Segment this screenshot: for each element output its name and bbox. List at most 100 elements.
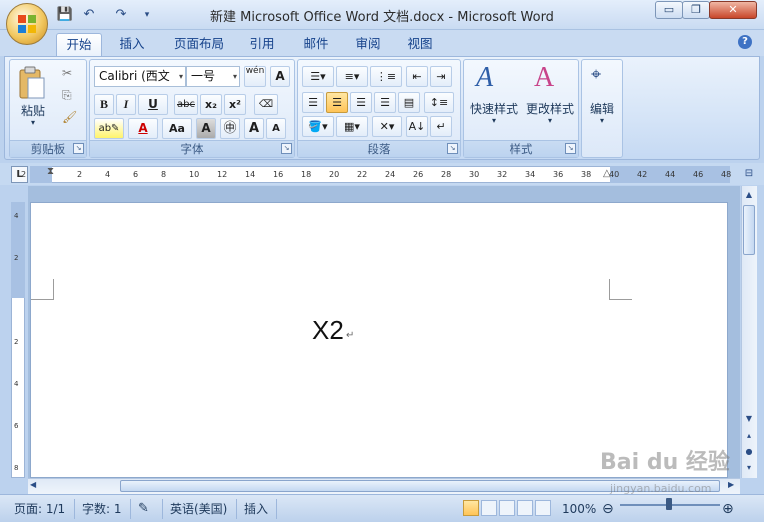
ruler-tick: 38 [581, 170, 592, 179]
sort-icon[interactable]: A↓ [406, 116, 428, 137]
scroll-down-icon[interactable]: ▼ [743, 413, 755, 425]
change-styles-icon[interactable]: A [534, 62, 554, 94]
tab-references[interactable]: 引用 [240, 33, 284, 56]
ruler-tick: 4 [105, 170, 111, 179]
scroll-up-icon[interactable]: ▲ [743, 190, 755, 202]
align-left-icon[interactable]: ☰ [302, 92, 324, 113]
help-icon[interactable]: ? [738, 35, 752, 49]
restore-button[interactable]: ❐ [682, 1, 710, 19]
ruler-tick: 44 [665, 170, 676, 179]
draft-view-icon[interactable] [535, 500, 551, 516]
watermark-url: jingyan.baidu.com [610, 482, 712, 495]
italic-button[interactable]: I [116, 94, 136, 115]
paste-button[interactable]: 粘贴 [14, 102, 52, 119]
chinese-layout-icon[interactable]: ✕▾ [372, 116, 402, 137]
char-shading-icon[interactable]: A [196, 118, 216, 139]
minimize-button[interactable]: ▭ [655, 1, 683, 19]
align-right-icon[interactable]: ☰ [350, 92, 372, 113]
full-screen-reading-view-icon[interactable] [481, 500, 497, 516]
office-button[interactable] [6, 3, 48, 45]
underline-button[interactable]: U [138, 94, 168, 115]
language-status[interactable]: 英语(美国) [170, 500, 227, 518]
char-border-button[interactable]: A [270, 66, 290, 87]
divider [276, 499, 277, 519]
word-count[interactable]: 字数: 1 [82, 500, 122, 518]
borders-icon[interactable]: ▦▾ [336, 116, 368, 137]
close-button[interactable]: ✕ [709, 1, 757, 19]
ruler-tick: 10 [189, 170, 200, 179]
line-spacing-icon[interactable]: ↕≡ [424, 92, 454, 113]
multilevel-list-icon[interactable]: ⋮≡ [370, 66, 402, 87]
increase-indent-icon[interactable]: ⇥ [430, 66, 452, 87]
document-text[interactable]: X2 [312, 315, 344, 346]
editing-button[interactable]: 编辑 [582, 100, 622, 117]
paste-dropdown-icon[interactable]: ▾ [14, 118, 52, 127]
phonetic-guide-button[interactable]: wén [244, 66, 266, 87]
zoom-out-icon[interactable]: ⊖ [602, 500, 614, 518]
align-center-icon[interactable]: ☰ [326, 92, 348, 113]
print-layout-view-icon[interactable] [463, 500, 479, 516]
shading-icon[interactable]: 🪣▾ [302, 116, 334, 137]
show-marks-icon[interactable]: ↵ [430, 116, 452, 137]
change-styles-dropdown-icon[interactable]: ▾ [522, 116, 578, 125]
copy-icon[interactable]: ⎘ [62, 88, 72, 103]
ruler-tick: 6 [133, 170, 139, 179]
outline-view-icon[interactable] [517, 500, 533, 516]
quick-styles-dropdown-icon[interactable]: ▾ [466, 116, 522, 125]
ruler-tick: 20 [329, 170, 340, 179]
bold-button[interactable]: B [94, 94, 114, 115]
clear-formatting-icon[interactable]: ⌫ [254, 94, 278, 115]
font-size-combo[interactable]: 一号 ▾ [186, 66, 240, 87]
paragraph-launcher-icon[interactable]: ↘ [447, 143, 458, 154]
styles-launcher-icon[interactable]: ↘ [565, 143, 576, 154]
paste-icon[interactable] [18, 66, 46, 102]
ruler-tick: 14 [245, 170, 256, 179]
cut-icon[interactable]: ✂ [62, 66, 72, 80]
decrease-indent-icon[interactable]: ⇤ [406, 66, 428, 87]
change-case-button[interactable]: Aa [162, 118, 192, 139]
shrink-font-button[interactable]: A [266, 118, 286, 139]
zoom-in-icon[interactable]: ⊕ [722, 500, 734, 518]
tab-mailings[interactable]: 邮件 [294, 33, 338, 56]
tab-page-layout[interactable]: 页面布局 [166, 33, 232, 56]
format-painter-icon[interactable]: 🖌 [62, 110, 77, 124]
quick-styles-icon[interactable]: A [476, 62, 493, 94]
numbering-icon[interactable]: ≡▾ [336, 66, 368, 87]
tab-review[interactable]: 审阅 [346, 33, 390, 56]
clipboard-launcher-icon[interactable]: ↘ [73, 143, 84, 154]
font-launcher-icon[interactable]: ↘ [281, 143, 292, 154]
vertical-scroll-thumb[interactable] [743, 205, 755, 255]
tab-view[interactable]: 视图 [398, 33, 442, 56]
font-name-combo[interactable]: Calibri (西文 ▾ [94, 66, 186, 87]
document-page[interactable] [30, 202, 728, 478]
highlight-icon[interactable]: ab✎ [94, 118, 124, 139]
bullets-icon[interactable]: ☰▾ [302, 66, 334, 87]
editing-dropdown-icon[interactable]: ▾ [582, 116, 622, 125]
enclosed-char-icon[interactable]: ㊥ [220, 118, 240, 139]
binoculars-icon[interactable]: ⌖ [591, 64, 601, 85]
proofing-icon[interactable]: ✎ [138, 500, 149, 518]
tab-home[interactable]: 开始 [56, 33, 102, 57]
quick-styles-button[interactable]: 快速样式 [466, 100, 522, 117]
change-styles-button[interactable]: 更改样式 [522, 100, 578, 117]
distributed-icon[interactable]: ▤ [398, 92, 420, 113]
zoom-level[interactable]: 100% [562, 500, 596, 518]
subscript-button[interactable]: x₂ [200, 94, 222, 115]
web-layout-view-icon[interactable] [499, 500, 515, 516]
insert-mode-status[interactable]: 插入 [244, 500, 268, 518]
scroll-left-icon[interactable]: ◀ [30, 480, 36, 489]
tab-insert[interactable]: 插入 [110, 33, 154, 56]
previous-page-icon[interactable]: ▴ [743, 430, 755, 442]
right-indent-marker-icon[interactable]: △ [603, 168, 611, 179]
crop-mark [31, 279, 54, 300]
grow-font-button[interactable]: A [244, 118, 264, 139]
paragraph-group: ☰▾ ≡▾ ⋮≡ ⇤ ⇥ ☰ ☰ ☰ ☰ ▤ ↕≡ 🪣▾ ▦▾ ✕▾ A↓ ↵ … [297, 59, 461, 158]
page-count[interactable]: 页面: 1/1 [14, 500, 65, 518]
ruler-tick: 2 [77, 170, 83, 179]
strikethrough-button[interactable]: abc [174, 94, 198, 115]
font-color-icon[interactable]: A [128, 118, 158, 139]
horizontal-ruler-ticks: 2 2 4 6 8 10 12 14 16 18 20 22 24 26 28 30 32 34 36 38 40 42 4… [0, 166, 731, 183]
justify-icon[interactable]: ☰ [374, 92, 396, 113]
superscript-button[interactable]: x² [224, 94, 246, 115]
view-ruler-icon[interactable]: ⊟ [742, 168, 756, 182]
